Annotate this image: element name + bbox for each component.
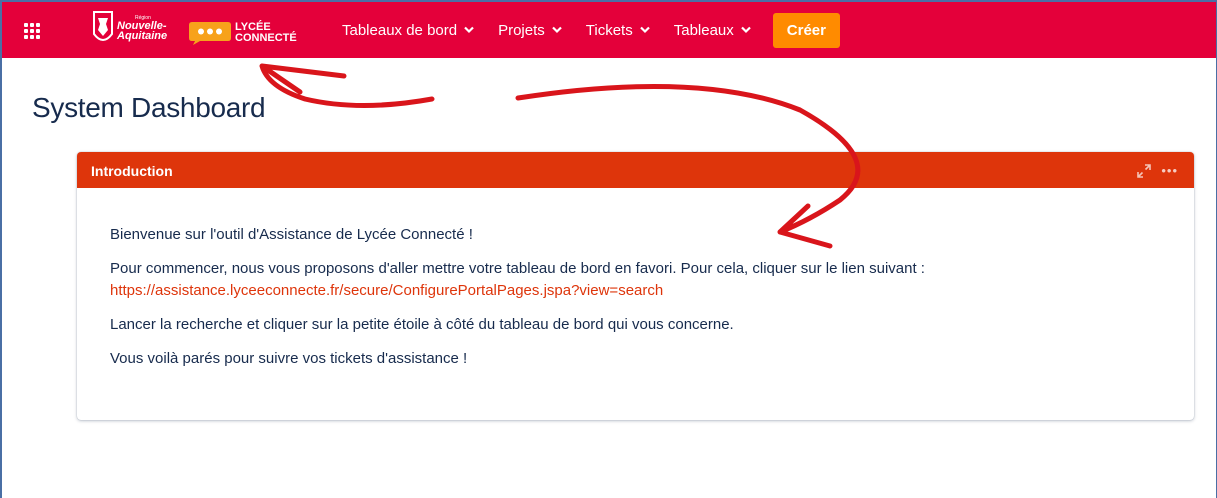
configure-portal-link[interactable]: https://assistance.lyceeconnecte.fr/secu… (110, 280, 1170, 302)
nav-item-label: Tableaux de bord (342, 21, 458, 39)
chevron-down-icon (741, 26, 751, 34)
chevron-down-icon (639, 26, 650, 34)
main-nav: Tableaux de bord Projets Tickets Tableau… (342, 2, 840, 58)
gadget-header: Introduction ••• (77, 152, 1194, 188)
chevron-down-icon (552, 26, 562, 34)
app-switcher-grid-icon[interactable] (24, 23, 40, 39)
region-shield-icon (93, 11, 113, 41)
top-navigation-bar: Région Nouvelle- Aquitaine LYCÉE CONNECT… (2, 2, 1216, 58)
ready-text: Vous voilà parés pour suivre vos tickets… (110, 350, 468, 367)
gadget-content: Bienvenue sur l'outil d'Assistance de Ly… (110, 224, 1170, 382)
nav-item-label: Projets (498, 21, 545, 39)
brand-logo-text: LYCÉE CONNECTÉ (235, 21, 297, 44)
more-icon[interactable]: ••• (1161, 164, 1178, 177)
chevron-down-icon (464, 26, 474, 34)
create-button[interactable]: Créer (772, 12, 840, 48)
nav-item-label: Tableaux (673, 21, 734, 39)
speech-bubble-icon (189, 22, 231, 45)
expand-icon[interactable] (1137, 164, 1152, 178)
search-instructions-text: Lancer la recherche et cliquer sur la pe… (110, 316, 734, 333)
nav-dashboards-menu[interactable]: Tableaux de bord (342, 22, 474, 39)
welcome-text: Bienvenue sur l'outil d'Assistance de Ly… (110, 226, 473, 243)
gadget-tools: ••• (1137, 164, 1178, 178)
region-logo-text: Région Nouvelle- Aquitaine (117, 15, 168, 42)
nav-tickets-menu[interactable]: Tickets (586, 22, 650, 39)
nav-boards-menu[interactable]: Tableaux (674, 22, 751, 39)
introduction-gadget: Introduction ••• Bienvenue sur l'outil d… (77, 152, 1194, 420)
site-logo[interactable]: Région Nouvelle- Aquitaine LYCÉE CONNECT… (92, 10, 297, 50)
start-text: Pour commencer, nous vous proposons d'al… (110, 258, 1170, 302)
gadget-title: Introduction (91, 163, 173, 179)
nav-item-label: Tickets (585, 21, 633, 39)
page-title: System Dashboard (32, 92, 266, 123)
nav-projects-menu[interactable]: Projets (498, 22, 562, 39)
start-sentence: Pour commencer, nous vous proposons d'al… (110, 260, 925, 277)
